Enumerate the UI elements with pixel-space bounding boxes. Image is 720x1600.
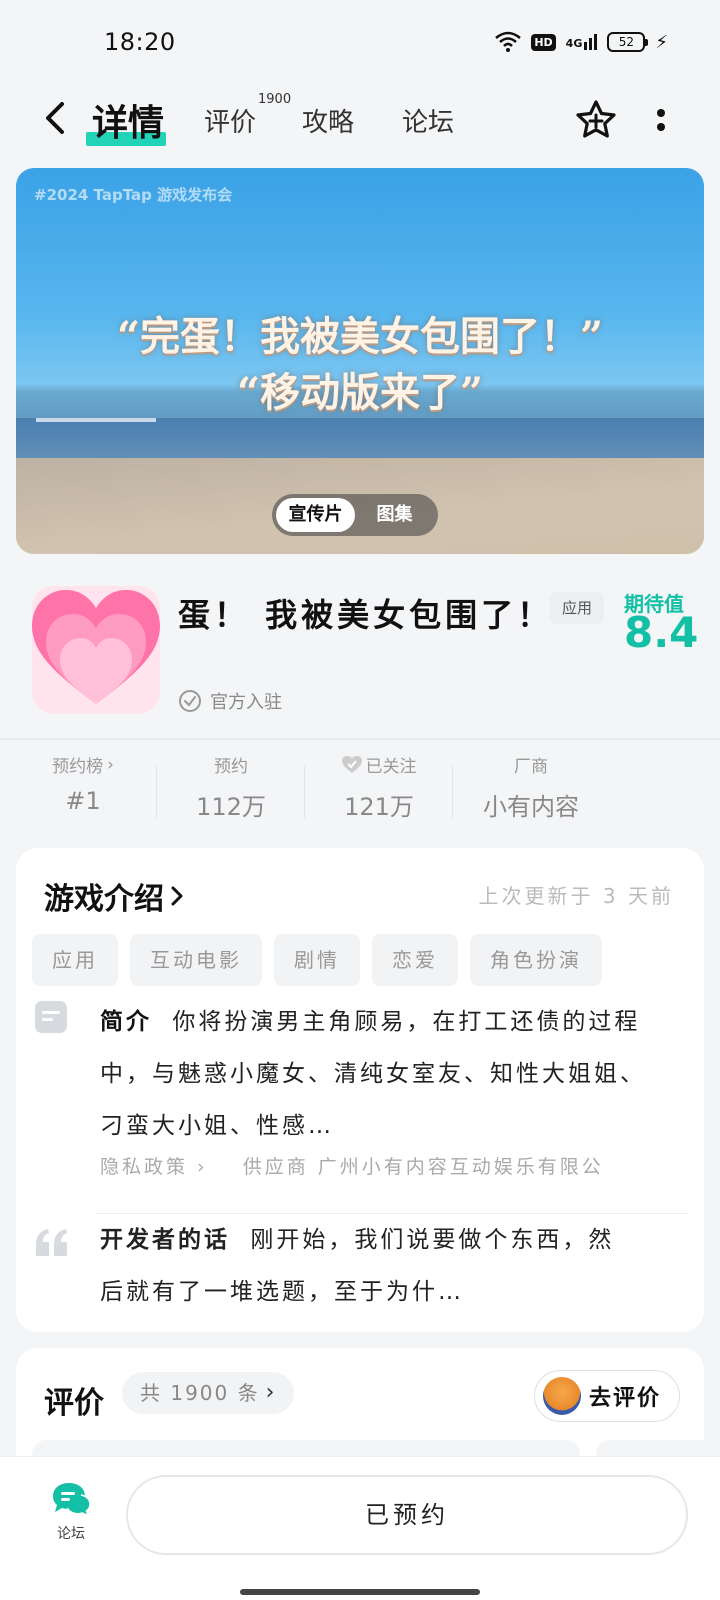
- more-vertical-icon[interactable]: [654, 104, 668, 136]
- section-divider: [0, 738, 720, 740]
- official-label: 官方入驻: [210, 692, 282, 713]
- stat-developer[interactable]: 厂商 小有内容: [456, 752, 606, 822]
- chevron-right-icon: ›: [107, 754, 114, 775]
- verified-check-icon: [179, 690, 201, 712]
- official-badge[interactable]: 官方入驻: [178, 688, 282, 714]
- tag-item[interactable]: 应用: [32, 934, 118, 986]
- write-review-button[interactable]: 去评价: [534, 1370, 680, 1422]
- tag-list: 应用 互动电影 剧情 恋爱 角色扮演: [32, 934, 602, 986]
- hd-icon: HD: [531, 33, 556, 51]
- stat-separator: [452, 766, 453, 818]
- tag-item[interactable]: 角色扮演: [470, 934, 602, 986]
- banner-headline-1: “完蛋！我被美女包围了！”: [116, 313, 603, 360]
- wifi-icon: [495, 31, 522, 52]
- tab-reviews[interactable]: 评价: [204, 102, 256, 139]
- status-icons: HD 4G 52 ⚡: [495, 30, 668, 54]
- reviews-count-pill[interactable]: 共 1900 条 ›: [122, 1372, 295, 1414]
- app-title: 蛋！ 我被美女包围了！: [178, 596, 554, 634]
- top-nav: 详情 评价 1900 攻略 论坛: [0, 84, 720, 156]
- last-updated: 上次更新于 3 天前: [478, 884, 674, 908]
- tag-item[interactable]: 剧情: [274, 934, 360, 986]
- signal-icon: 4G: [566, 34, 598, 50]
- banner-pier: [36, 418, 156, 422]
- toggle-trailer[interactable]: 宣传片: [276, 498, 355, 532]
- developer-note[interactable]: 开发者的话 刚开始，我们说要做个东西，然后就有了一堆选题，至于为什…: [100, 1214, 640, 1318]
- expectation-score[interactable]: 8.4: [624, 608, 698, 657]
- stat-rank[interactable]: 预约榜 › #1: [8, 752, 158, 816]
- status-bar: 18:20 HD 4G 52 ⚡: [0, 0, 720, 84]
- tab-details[interactable]: 详情: [86, 94, 166, 146]
- tab-guide[interactable]: 攻略: [302, 102, 354, 139]
- reserved-button[interactable]: 已预约: [126, 1475, 688, 1555]
- battery-icon: 52: [607, 32, 649, 52]
- chevron-right-icon: [171, 886, 183, 906]
- chevron-right-icon: ›: [265, 1380, 277, 1405]
- app-icon: [32, 586, 160, 714]
- status-time: 18:20: [104, 28, 176, 56]
- charging-icon: ⚡: [655, 31, 668, 53]
- forum-button[interactable]: 论坛: [46, 1481, 96, 1543]
- developer-note-label: 开发者的话: [100, 1227, 230, 1253]
- promo-banner[interactable]: #2024 TapTap 游戏发布会 “完蛋！我被美女包围了！” “移动版来了”…: [16, 168, 704, 554]
- forum-label: 论坛: [57, 1526, 85, 1542]
- stat-reservations: 预约 112万: [196, 757, 266, 821]
- bottom-action-bar: 论坛 已预约: [0, 1456, 720, 1600]
- tag-item[interactable]: 恋爱: [372, 934, 458, 986]
- toggle-gallery[interactable]: 图集: [355, 498, 434, 532]
- app-type-badge: 应用: [550, 592, 604, 624]
- heart-check-icon: [341, 755, 362, 773]
- chat-bubble-icon: [53, 1483, 91, 1517]
- back-arrow-icon[interactable]: [38, 98, 74, 138]
- summary-icon: [35, 1001, 67, 1033]
- supplier-info: 供应商 广州小有内容互动娱乐有限公: [242, 1156, 604, 1178]
- home-indicator[interactable]: [240, 1589, 480, 1595]
- summary-text[interactable]: 简介 你将扮演男主角顾易，在打工还债的过程中，与魅惑小魔女、清纯女室友、知性大姐…: [100, 996, 650, 1152]
- privacy-policy-link[interactable]: 隐私政策 ›: [100, 1156, 208, 1178]
- intro-links: 隐私政策 › 供应商 广州小有内容互动娱乐有限公: [100, 1152, 690, 1179]
- game-intro-card: 游戏介绍 上次更新于 3 天前 应用 互动电影 剧情 恋爱 角色扮演 简介 你将…: [16, 848, 704, 1332]
- star-plus-icon[interactable]: [574, 98, 618, 142]
- reviews-title: 评价: [44, 1386, 104, 1421]
- summary-label: 简介: [100, 1009, 152, 1035]
- intro-title[interactable]: 游戏介绍: [44, 874, 186, 918]
- banner-event-tag: #2024 TapTap 游戏发布会: [34, 186, 233, 204]
- heart-logo-icon: [32, 590, 160, 704]
- banner-headline-2: “移动版来了”: [236, 369, 483, 416]
- media-toggle: 宣传片 图集: [272, 494, 438, 536]
- quote-icon: [36, 1229, 67, 1256]
- stats-row: 预约榜 › #1 预约 112万 已关注 121万 厂商 小有内容: [0, 752, 720, 824]
- tab-reviews-count: 1900: [258, 92, 292, 107]
- tab-forum[interactable]: 论坛: [402, 102, 454, 139]
- stat-following[interactable]: 已关注 121万: [304, 752, 454, 822]
- user-avatar: [543, 1377, 581, 1415]
- tag-item[interactable]: 互动电影: [130, 934, 262, 986]
